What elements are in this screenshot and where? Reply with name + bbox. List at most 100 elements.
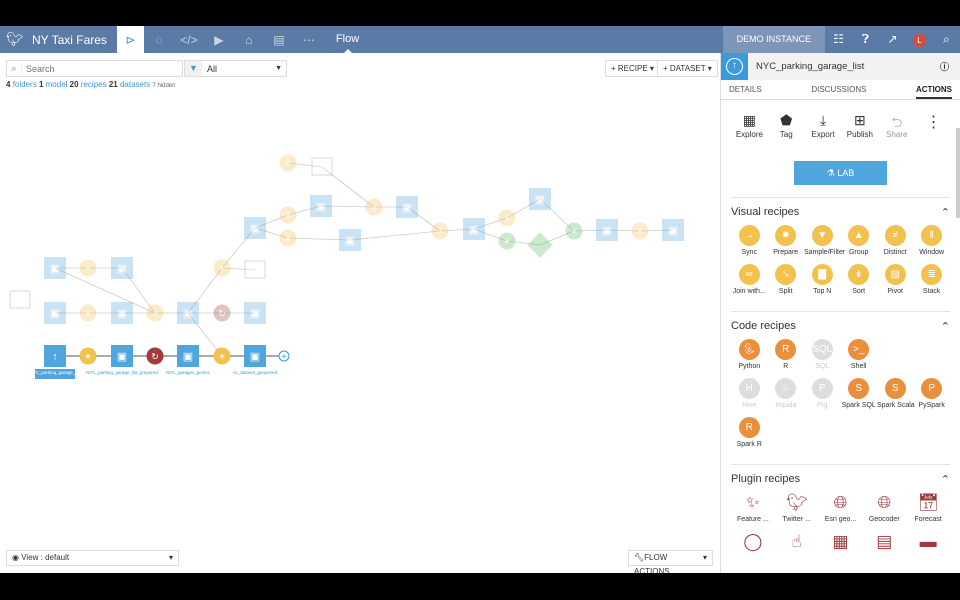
recipe-stack[interactable]: ≣ Stack [913, 264, 949, 295]
datasets-link[interactable]: datasets [120, 80, 150, 89]
dataset-node[interactable]: ▣ [244, 302, 266, 324]
more-actions-icon[interactable]: ⋮ [915, 112, 952, 139]
flow-icon[interactable]: ⊳ [116, 26, 144, 53]
recipe-plugin-5[interactable]: ◯ [731, 531, 775, 555]
hidden-count[interactable]: 7 hidden [152, 83, 175, 89]
recipe-twitter[interactable]: 🐦︎ Twitter ... [775, 492, 819, 523]
recipe-distinct[interactable]: ≠ Distinct [877, 225, 913, 256]
recipe-node[interactable]: ✶ [79, 259, 97, 277]
dataset-node[interactable]: ▣ [44, 257, 66, 279]
recipe-sync[interactable]: → Sync [731, 225, 767, 256]
tag-button[interactable]: ⬟ Tag [768, 112, 805, 139]
recipe-r[interactable]: RR [767, 339, 803, 370]
demo-instance-badge[interactable]: DEMO INSTANCE [722, 26, 825, 53]
dataset-node[interactable]: ▣ [244, 217, 266, 239]
jobs-icon[interactable]: ◌ [144, 26, 174, 53]
recipe-node[interactable]: ↻ [213, 304, 231, 322]
recipe-node[interactable]: ✶ [213, 347, 231, 365]
run-icon[interactable]: ▶ [204, 26, 234, 53]
apps-grid-icon[interactable]: ☷ [825, 26, 852, 53]
recipe-pyspark[interactable]: P PySpark [913, 378, 949, 409]
recipe-geocoder[interactable]: 🌐︎ Geocoder [862, 492, 906, 523]
flow-actions-button[interactable]: 🔧︎FLOW ACTIONS ▾ [628, 550, 713, 573]
add-recipe-plus-icon[interactable]: + [266, 350, 290, 362]
chevron-up-icon[interactable]: ⌃ [941, 320, 950, 333]
recipe-node[interactable]: ↻ [146, 347, 164, 365]
recipes-link[interactable]: recipes [81, 80, 107, 89]
dataset-node[interactable]: ▣ [310, 195, 332, 217]
info-icon[interactable]: ⓘ [940, 60, 960, 73]
recipe-node[interactable]: ✶ [279, 206, 297, 224]
dataset-node[interactable]: ▣ [662, 219, 684, 241]
dataset-node[interactable]: ▣ [111, 257, 133, 279]
dataset-name[interactable]: NYC_parking_garage_list [748, 61, 940, 72]
dataset-node[interactable]: ▣ [177, 345, 199, 367]
dataset-node[interactable]: ▣ [339, 229, 361, 251]
folder-node[interactable] [311, 157, 333, 176]
view-dropdown[interactable]: ◉ View : default ▾ [6, 550, 179, 566]
recipe-shell[interactable]: >_ Shell [840, 339, 876, 370]
recipe-node[interactable]: ✶ [365, 198, 383, 216]
recipe-join-with[interactable]: ∞ Join with... [731, 264, 767, 295]
search-input[interactable] [22, 63, 172, 74]
filter-dropdown[interactable]: ▼ All ▼ [184, 60, 287, 77]
recipe-node[interactable]: ✶ [146, 304, 164, 322]
project-title[interactable]: NY Taxi Fares [30, 33, 117, 47]
recipe-node[interactable]: ✶ [498, 232, 516, 250]
recipe-node[interactable]: ✶ [279, 154, 297, 172]
dataset-node[interactable]: ▣ [463, 218, 485, 240]
folders-link[interactable]: folders [13, 80, 37, 89]
explore-button[interactable]: ▦ Explore [731, 112, 768, 139]
recipe-plugin-9[interactable]: ▬ [906, 531, 950, 555]
help-icon[interactable]: ❓︎ [852, 26, 879, 53]
dataset-node[interactable]: ▣ [111, 345, 133, 367]
recipe-plugin-8[interactable]: ▤ [862, 531, 906, 555]
code-icon[interactable]: </> [174, 26, 204, 53]
publish-button[interactable]: ⊞ Publish [841, 112, 878, 139]
dataset-node[interactable]: ▣ [244, 345, 266, 367]
share-button[interactable]: ⮌ Share [878, 112, 915, 139]
folder-node[interactable] [244, 260, 266, 279]
search-box[interactable]: ⌕ [6, 60, 183, 77]
recipe-esri-geo[interactable]: 🌐︎ Esri geo... [819, 492, 863, 523]
model-node[interactable] [527, 232, 553, 258]
lab-button[interactable]: ⚗︎ LAB [794, 161, 887, 185]
chevron-up-icon[interactable]: ⌃ [941, 473, 950, 486]
recipe-node[interactable]: ✶ [213, 259, 231, 277]
recipe-node[interactable]: ✶ [631, 222, 649, 240]
folder-node[interactable] [9, 290, 31, 309]
recipe-pivot[interactable]: ▨ Pivot [877, 264, 913, 295]
search-icon[interactable]: ⌕ [933, 26, 960, 53]
user-menu[interactable]: L [906, 26, 933, 53]
recipe-plugin-6[interactable]: ☝︎ [775, 531, 819, 555]
recipe-spark-sql[interactable]: S Spark SQL [840, 378, 876, 409]
dataset-node[interactable]: ▣ [177, 302, 199, 324]
recipe-node[interactable]: ✶ [498, 209, 516, 227]
add-dataset-button[interactable]: + DATASET ▾ [657, 60, 718, 77]
recipe-node[interactable]: ✶ [431, 222, 449, 240]
recipe-python[interactable]: 🐍︎ Python [731, 339, 767, 370]
selected-dataset-node[interactable]: ↑ [44, 345, 66, 367]
more-icon[interactable]: ⋯ [294, 26, 324, 53]
recipe-node[interactable]: ✶ [79, 347, 97, 365]
recipe-node[interactable]: ✶ [565, 222, 583, 240]
recipe-feature[interactable]: ✨︎ Feature ... [731, 492, 775, 523]
tab-details[interactable]: DETAILS [729, 80, 762, 99]
dashboard-icon[interactable]: ▤ [264, 26, 294, 53]
dss-logo-icon[interactable]: 🐦︎ [0, 31, 30, 48]
deploy-icon[interactable]: ⌂ [234, 26, 264, 53]
recipe-sort[interactable]: ↡ Sort [840, 264, 876, 295]
activity-icon[interactable]: ↗ [879, 26, 906, 53]
recipe-split[interactable]: ⤥ Split [767, 264, 803, 295]
recipe-spark-scala[interactable]: S Spark Scala [877, 378, 915, 409]
chevron-up-icon[interactable]: ⌃ [941, 206, 950, 219]
recipe-node[interactable]: ✶ [279, 229, 297, 247]
model-link[interactable]: model [46, 80, 68, 89]
recipe-forecast[interactable]: 📅︎ Forecast [906, 492, 950, 523]
recipe-top-n[interactable]: ▇ Top N [804, 264, 840, 295]
recipe-sample-filter[interactable]: ▼ Sample/Filter [804, 225, 845, 256]
scrollbar[interactable] [956, 128, 960, 218]
recipe-prepare[interactable]: ✸ Prepare [767, 225, 803, 256]
avatar[interactable]: L [913, 34, 926, 47]
export-button[interactable]: ⤓ Export [805, 112, 842, 139]
